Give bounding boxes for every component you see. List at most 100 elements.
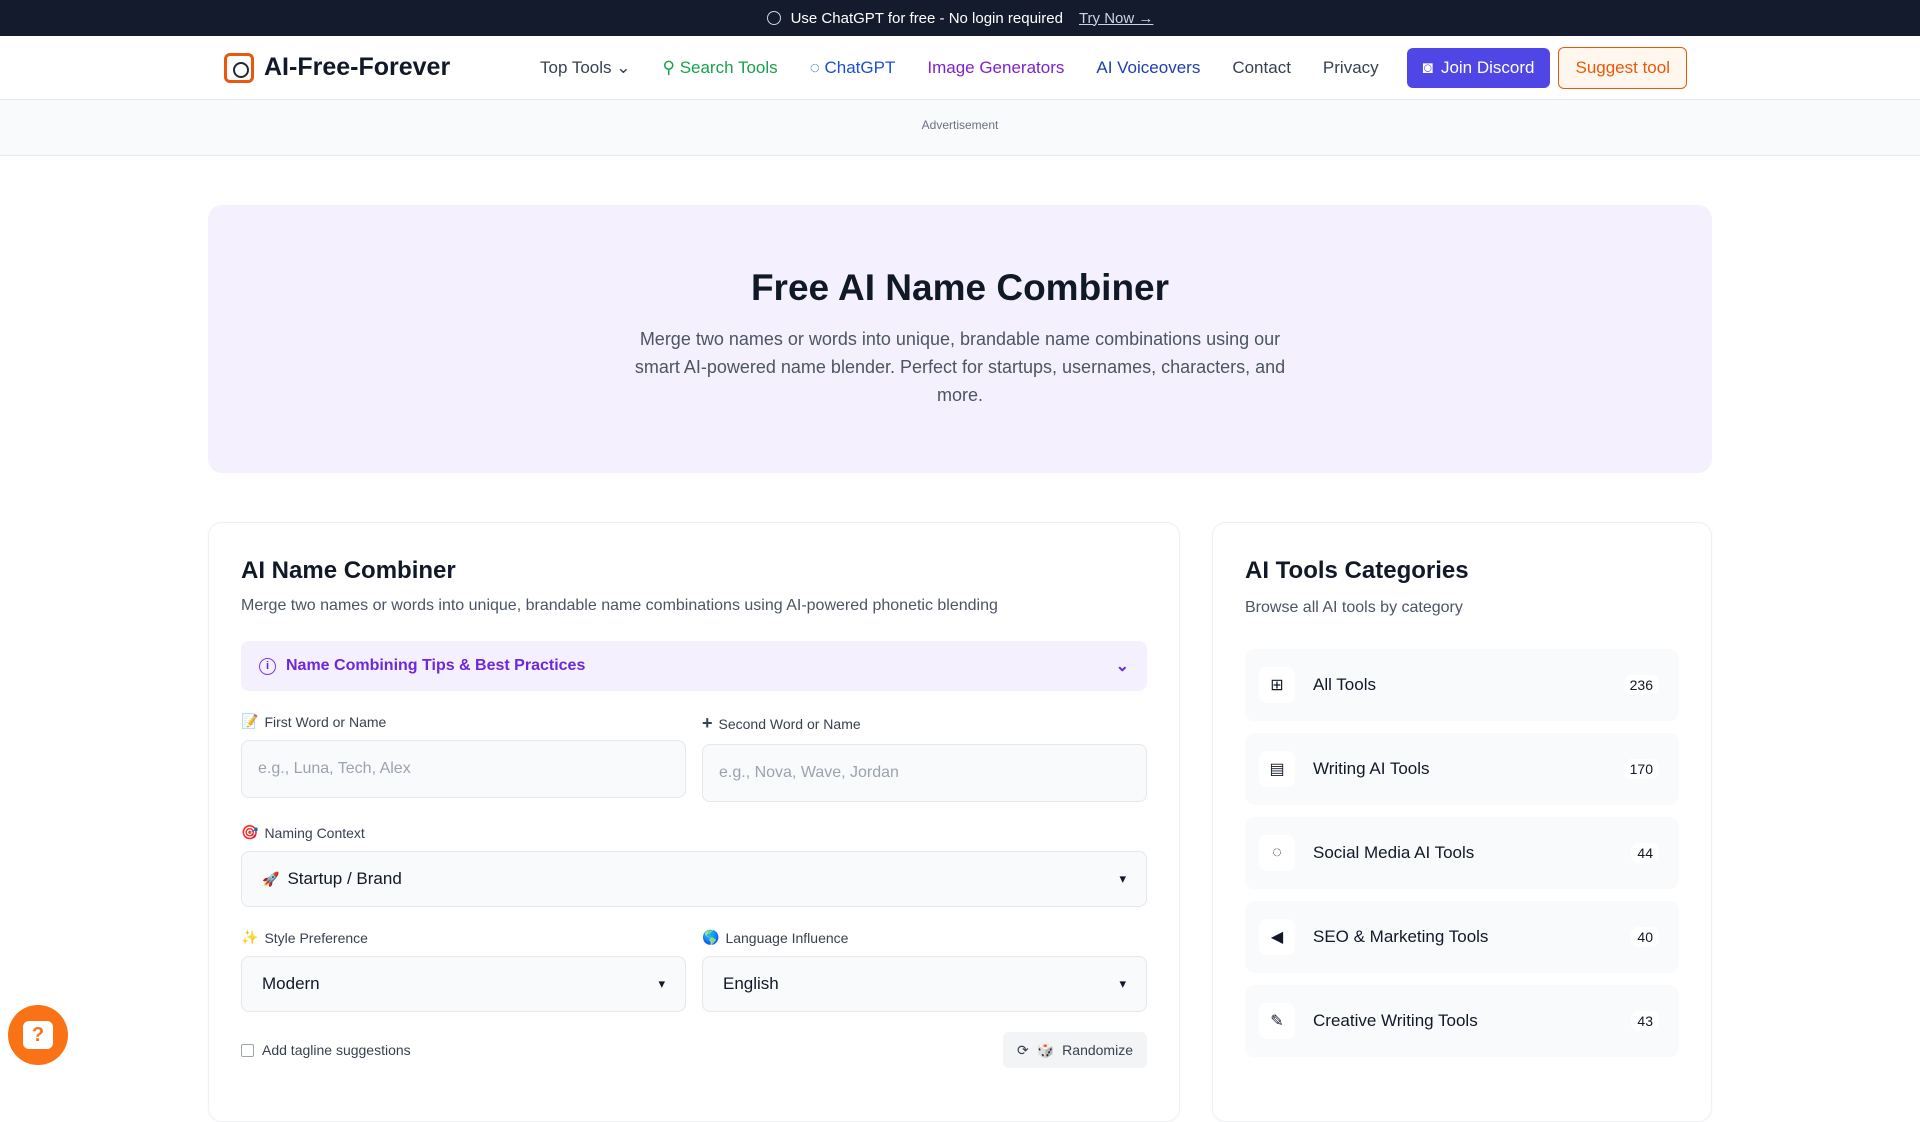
try-now-link[interactable]: Try Now → (1079, 10, 1153, 27)
category-count: 40 (1631, 927, 1659, 947)
categories-card: AI Tools Categories Browse all AI tools … (1212, 522, 1712, 1122)
tool-subtitle: Merge two names or words into unique, br… (241, 597, 998, 614)
first-word-field: 📝 First Word or Name e.g., Luna, Tech, A… (241, 713, 686, 802)
first-word-input[interactable]: e.g., Luna, Tech, Alex (241, 740, 686, 798)
second-word-input[interactable]: e.g., Nova, Wave, Jordan (702, 744, 1147, 802)
category-count: 170 (1623, 759, 1659, 779)
naming-context-select[interactable]: 🚀 Startup / Brand ▾ (241, 851, 1147, 907)
nav-top-tools-label: Top Tools (540, 57, 612, 77)
naming-context-label: Naming Context (264, 824, 365, 841)
chevron-down-icon: ▾ (658, 976, 665, 991)
tool-title: AI Name Combiner (241, 557, 456, 584)
suggest-tool-button[interactable]: Suggest tool (1558, 46, 1687, 89)
chevron-down-icon: ⌄ (1115, 658, 1129, 675)
randomize-button[interactable]: ⟳ 🎲 Randomize (1003, 1032, 1147, 1068)
target-icon: 🎯 (241, 824, 259, 840)
category-count: 236 (1623, 675, 1659, 695)
second-word-label-row: + Second Word or Name (702, 713, 1147, 734)
language-influence-label-row: 🌎 Language Influence (702, 929, 1147, 946)
logo[interactable]: AI-Free-Forever (224, 52, 540, 83)
categories-subtitle: Browse all AI tools by category (1245, 599, 1463, 616)
nav-search-tools[interactable]: ⚲ Search Tools (663, 58, 778, 78)
page-title: Free AI Name Combiner (750, 267, 1170, 308)
help-icon: ? (23, 1021, 53, 1049)
refresh-icon: ⟳ (1017, 1041, 1029, 1058)
category-count: 43 (1631, 1011, 1659, 1031)
grid-icon: ⊞ (1259, 667, 1295, 703)
search-icon: ⚲ (662, 57, 675, 77)
plus-icon: + (702, 713, 713, 733)
second-word-label: Second Word or Name (718, 715, 861, 732)
category-label: Creative Writing Tools (1313, 1011, 1478, 1030)
style-preference-value: Modern (262, 974, 320, 993)
category-label: Writing AI Tools (1313, 759, 1430, 778)
advertisement-banner: Advertisement (0, 100, 1920, 156)
language-influence-select[interactable]: English ▾ (702, 956, 1147, 1012)
language-influence-label: Language Influence (725, 929, 849, 946)
nav-image-generators[interactable]: Image Generators (927, 58, 1064, 78)
join-discord-button[interactable]: ◙ Join Discord (1406, 47, 1551, 88)
name-combiner-card: AI Name Combiner Merge two names or word… (208, 522, 1180, 1122)
logo-icon (224, 52, 254, 83)
nav-top-tools[interactable]: Top Tools ⌄ (540, 58, 631, 78)
category-label: Social Media AI Tools (1313, 843, 1475, 862)
main-nav: AI-Free-Forever Top Tools ⌄ ⚲ Search Too… (0, 36, 1920, 100)
rocket-icon: 🚀 (262, 870, 280, 887)
tips-accordion[interactable]: i Name Combining Tips & Best Practices ⌄ (241, 641, 1147, 691)
style-preference-select[interactable]: Modern ▾ (241, 956, 686, 1012)
category-label: All Tools (1313, 675, 1376, 694)
nav-privacy[interactable]: Privacy (1323, 58, 1379, 78)
nav-search-tools-label: Search Tools (679, 57, 778, 77)
nav-chatgpt[interactable]: ◌ ChatGPT (810, 58, 896, 78)
chevron-down-icon: ▾ (1119, 871, 1126, 886)
chevron-down-icon: ▾ (1119, 976, 1126, 991)
join-discord-label: Join Discord (1440, 57, 1535, 77)
info-icon: i (259, 657, 276, 675)
nav-contact[interactable]: Contact (1232, 58, 1291, 78)
tagline-checkbox[interactable] (241, 1043, 254, 1057)
naming-context-field: 🎯 Naming Context 🚀 Startup / Brand ▾ (241, 824, 1147, 907)
style-preference-label-row: ✨ Style Preference (241, 929, 686, 946)
nav-links: Top Tools ⌄ ⚲ Search Tools ◌ ChatGPT Ima… (540, 58, 1379, 78)
language-influence-value: English (723, 974, 779, 993)
category-item[interactable]: ◌ Social Media AI Tools 44 (1245, 817, 1679, 889)
category-count: 44 (1631, 843, 1659, 863)
category-label: SEO & Marketing Tools (1313, 927, 1489, 946)
dice-icon: 🎲 (1036, 1041, 1055, 1058)
naming-context-label-row: 🎯 Naming Context (241, 824, 1147, 841)
nav-chatgpt-label: ChatGPT (824, 57, 896, 77)
first-word-label-row: 📝 First Word or Name (241, 713, 686, 730)
help-button[interactable]: ? (8, 1005, 68, 1065)
language-influence-field: 🌎 Language Influence English ▾ (702, 929, 1147, 1012)
globe-icon: 🌎 (702, 929, 720, 945)
chat-icon: ◌ (1259, 835, 1295, 871)
hero-section: Free AI Name Combiner Merge two names or… (208, 205, 1712, 473)
categories-title: AI Tools Categories (1245, 557, 1469, 584)
pencil-icon: ✎ (1259, 1003, 1295, 1039)
naming-context-value: Startup / Brand (287, 869, 402, 888)
category-item[interactable]: ▤ Writing AI Tools 170 (1245, 733, 1679, 805)
memo-icon: 📝 (241, 713, 259, 729)
style-preference-field: ✨ Style Preference Modern ▾ (241, 929, 686, 1012)
randomize-label: Randomize (1062, 1042, 1133, 1058)
document-icon: ▤ (1259, 751, 1295, 787)
style-preference-label: Style Preference (264, 929, 368, 946)
second-word-field: + Second Word or Name e.g., Nova, Wave, … (702, 713, 1147, 802)
chat-icon: ◌ (809, 57, 820, 77)
sparkles-icon: ✨ (241, 929, 259, 945)
advertisement-label: Advertisement (921, 118, 999, 132)
discord-icon: ◙ (1422, 57, 1433, 77)
tagline-label: Add tagline suggestions (262, 1042, 411, 1058)
chat-bubble-icon (766, 11, 781, 25)
first-word-label: First Word or Name (264, 713, 387, 730)
logo-text: AI-Free-Forever (264, 53, 451, 81)
category-item[interactable]: ◀ SEO & Marketing Tools 40 (1245, 901, 1679, 973)
categories-list: ⊞ All Tools 236 ▤ Writing AI Tools 170 ◌… (1245, 649, 1679, 1057)
hero-subtitle: Merge two names or words into unique, br… (634, 329, 1286, 405)
promo-text: Use ChatGPT for free - No login required (790, 9, 1063, 27)
nav-ai-voiceovers[interactable]: AI Voiceovers (1096, 58, 1200, 78)
category-item[interactable]: ⊞ All Tools 236 (1245, 649, 1679, 721)
promo-bar: Use ChatGPT for free - No login required… (0, 0, 1920, 36)
megaphone-icon: ◀ (1259, 919, 1295, 955)
category-item[interactable]: ✎ Creative Writing Tools 43 (1245, 985, 1679, 1057)
